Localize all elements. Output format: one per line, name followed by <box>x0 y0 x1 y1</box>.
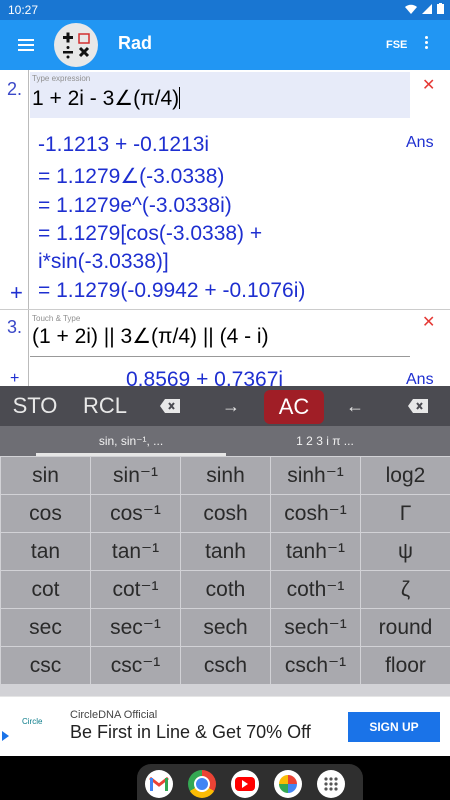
close-block-icon[interactable]: ✕ <box>422 312 435 332</box>
key-log2[interactable]: log2 <box>361 457 450 494</box>
key-csch[interactable]: csch <box>181 647 270 684</box>
ad-brand: CircleDNA Official <box>70 709 158 721</box>
key-asin[interactable]: sin⁻¹ <box>91 457 180 494</box>
expression-input[interactable]: Touch & Type (1 + 2i) || 3∠(π/4) || (4 -… <box>30 312 410 357</box>
delete-button[interactable] <box>386 386 450 426</box>
all-clear-button[interactable]: AC <box>264 390 324 424</box>
navigation-bar <box>0 756 450 800</box>
wifi-icon <box>405 4 417 14</box>
cursor-left-button[interactable]: ← <box>328 386 382 426</box>
result-line: = 1.1279[cos(-3.0338) + <box>38 222 263 245</box>
ans-button[interactable]: Ans <box>406 371 434 386</box>
function-key-grid: sin sin⁻¹ sinh sinh⁻¹ log2 cos cos⁻¹ cos… <box>0 456 450 696</box>
expression-hint: Touch & Type <box>32 314 81 323</box>
chrome-icon[interactable] <box>188 770 216 798</box>
keyboard-tabs: sin, sin⁻¹, ... 1 2 3 i π ... <box>0 426 450 456</box>
add-block-button[interactable]: + <box>10 280 23 306</box>
ad-signup-button[interactable]: SIGN UP <box>348 712 440 742</box>
photos-icon[interactable] <box>274 770 302 798</box>
app-bar: Rad FSE <box>0 20 450 70</box>
key-zeta[interactable]: ζ <box>361 571 450 608</box>
calculator-keyboard: STO RCL → AC ← sin, sin⁻¹, ... 1 2 3 i π… <box>0 386 450 696</box>
tab-functions[interactable]: sin, sin⁻¹, ... <box>36 426 226 456</box>
tab-numbers[interactable]: 1 2 3 i π ... <box>230 426 420 456</box>
result-line: -1.1213 + -0.1213i <box>38 133 210 156</box>
key-acosh[interactable]: cosh⁻¹ <box>271 495 360 532</box>
status-bar: 10:27 <box>0 0 450 20</box>
signal-icon <box>422 3 432 14</box>
result-line: = 1.1279e^(-3.0338i) <box>38 194 232 217</box>
result-line: = 1.1279∠(-3.0338) <box>38 165 225 188</box>
app-drawer-icon[interactable] <box>317 770 345 798</box>
add-block-button[interactable]: + <box>10 370 19 386</box>
ad-choices-icon[interactable] <box>2 731 9 741</box>
key-acsc[interactable]: csc⁻¹ <box>91 647 180 684</box>
status-icons <box>405 3 444 14</box>
key-cosh[interactable]: cosh <box>181 495 270 532</box>
ans-button[interactable]: Ans <box>406 134 434 152</box>
ad-logo: Circle <box>22 717 43 726</box>
key-asec[interactable]: sec⁻¹ <box>91 609 180 646</box>
key-sin[interactable]: sin <box>1 457 90 494</box>
battery-icon <box>437 3 444 14</box>
key-coth[interactable]: coth <box>181 571 270 608</box>
result-line: 0.8569 + 0.7367i <box>126 368 284 386</box>
menu-icon[interactable] <box>18 36 34 54</box>
key-asech[interactable]: sech⁻¹ <box>271 609 360 646</box>
key-cos[interactable]: cos <box>1 495 90 532</box>
block-separator <box>0 309 450 310</box>
key-psi[interactable]: ψ <box>361 533 450 570</box>
backspace-left-button[interactable] <box>140 386 200 426</box>
ad-banner[interactable]: Circle CircleDNA Official Be First in Li… <box>0 696 450 757</box>
backspace-icon <box>408 399 428 413</box>
expression-input[interactable]: Type expression 1 + 2i - 3∠(π/4) <box>30 72 410 118</box>
key-acoth[interactable]: coth⁻¹ <box>271 571 360 608</box>
backspace-icon <box>160 399 180 413</box>
key-asinh[interactable]: sinh⁻¹ <box>271 457 360 494</box>
key-atan[interactable]: tan⁻¹ <box>91 533 180 570</box>
close-block-icon[interactable]: ✕ <box>422 75 435 95</box>
key-acsch[interactable]: csch⁻¹ <box>271 647 360 684</box>
cursor-right-button[interactable]: → <box>204 386 258 426</box>
expression-hint: Type expression <box>32 74 91 83</box>
rcl-button[interactable]: RCL <box>72 386 138 426</box>
key-sec[interactable]: sec <box>1 609 90 646</box>
key-sech[interactable]: sech <box>181 609 270 646</box>
app-dock <box>137 764 363 800</box>
key-cot[interactable]: cot <box>1 571 90 608</box>
key-acos[interactable]: cos⁻¹ <box>91 495 180 532</box>
block-divider <box>28 310 29 386</box>
gmail-icon[interactable] <box>145 770 173 798</box>
key-atanh[interactable]: tanh⁻¹ <box>271 533 360 570</box>
app-logo <box>54 23 98 67</box>
key-acot[interactable]: cot⁻¹ <box>91 571 180 608</box>
key-floor[interactable]: floor <box>361 647 450 684</box>
key-tan[interactable]: tan <box>1 533 90 570</box>
calculation-list[interactable]: 2. Type expression 1 + 2i - 3∠(π/4) ✕ -1… <box>0 70 450 386</box>
key-gamma[interactable]: Γ <box>361 495 450 532</box>
result-line: i*sin(-3.0338)] <box>38 250 169 273</box>
fse-mode-button[interactable]: FSE <box>386 39 407 51</box>
overflow-menu-icon[interactable] <box>422 34 430 56</box>
ad-headline: Be First in Line & Get 70% Off <box>70 722 311 742</box>
key-round[interactable]: round <box>361 609 450 646</box>
expression-text: (1 + 2i) || 3∠(π/4) || (4 - i) <box>32 325 269 348</box>
youtube-icon[interactable] <box>231 770 259 798</box>
expression-text: 1 + 2i - 3∠(π/4) <box>32 87 181 110</box>
result-line: = 1.1279(-0.9942 + -0.1076i) <box>38 279 306 302</box>
key-sinh[interactable]: sinh <box>181 457 270 494</box>
block-number: 3. <box>7 317 23 337</box>
status-time: 10:27 <box>8 3 39 17</box>
app-title: Rad <box>118 33 153 53</box>
block-number: 2. <box>7 79 23 99</box>
block-divider <box>28 70 29 310</box>
sto-button[interactable]: STO <box>2 386 68 426</box>
keyboard-top-row: STO RCL → AC ← <box>0 386 450 426</box>
key-tanh[interactable]: tanh <box>181 533 270 570</box>
calculator-logo-icon <box>63 32 90 59</box>
key-csc[interactable]: csc <box>1 647 90 684</box>
